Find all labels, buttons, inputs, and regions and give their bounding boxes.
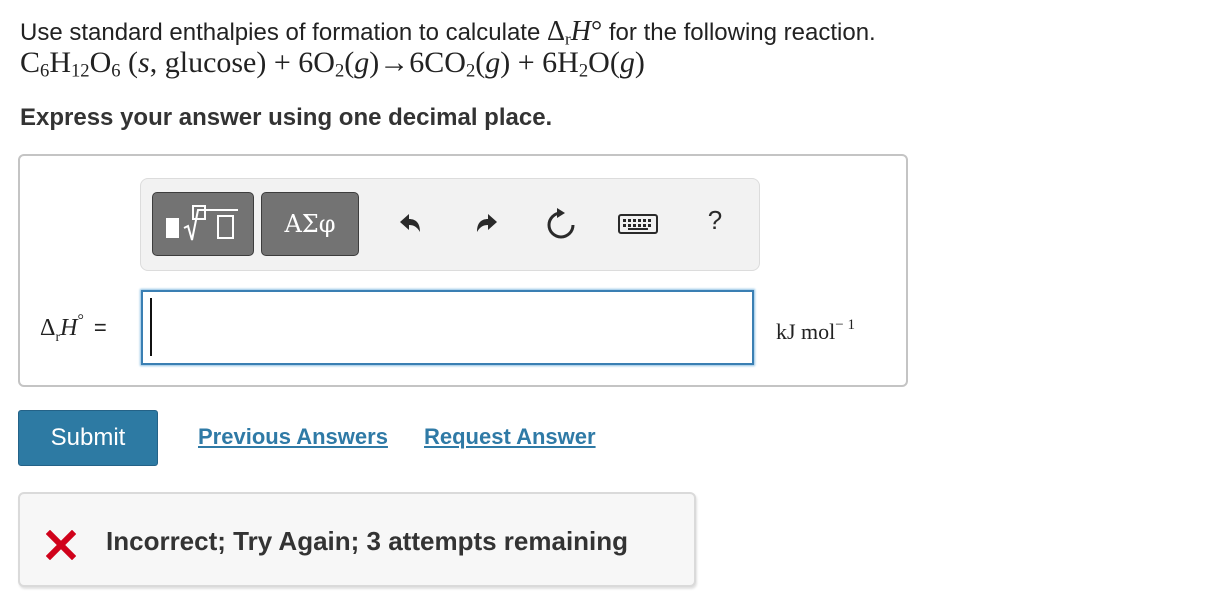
units-label: kJ mol− 1 xyxy=(776,317,856,344)
submit-button[interactable]: Submit xyxy=(18,410,158,466)
undo-icon[interactable] xyxy=(394,207,428,241)
answer-variable-label: ΔrH° = xyxy=(40,312,107,345)
greek-symbols-button[interactable]: ΑΣφ xyxy=(261,192,359,256)
templates-button[interactable] xyxy=(152,192,254,256)
question-line-1: Use standard enthalpies of formation to … xyxy=(20,16,876,48)
redo-icon[interactable] xyxy=(469,207,503,241)
previous-answers-link[interactable]: Previous Answers xyxy=(198,424,388,450)
request-answer-link[interactable]: Request Answer xyxy=(424,424,596,450)
text-cursor xyxy=(150,298,152,356)
reaction-enthalpy-symbol: ΔrH° xyxy=(546,16,603,49)
feedback-message: Incorrect; Try Again; 3 attempts remaini… xyxy=(106,526,629,556)
math-toolbar: ΑΣφ ? xyxy=(140,178,760,271)
question-text: Use standard enthalpies of formation to … xyxy=(20,19,541,46)
templates-icon xyxy=(166,205,238,241)
help-icon[interactable]: ? xyxy=(700,205,730,241)
answer-input[interactable] xyxy=(141,290,754,365)
question-text-tail: for the following reaction. xyxy=(608,19,876,46)
reset-icon[interactable] xyxy=(544,207,578,241)
incorrect-x-icon xyxy=(46,530,76,560)
reaction-equation: C6H12O6 (s, glucose) + 6O2(g)→6CO2(g) + … xyxy=(20,46,645,82)
keyboard-icon[interactable] xyxy=(616,207,660,241)
instruction-text: Express your answer using one decimal pl… xyxy=(20,104,553,131)
